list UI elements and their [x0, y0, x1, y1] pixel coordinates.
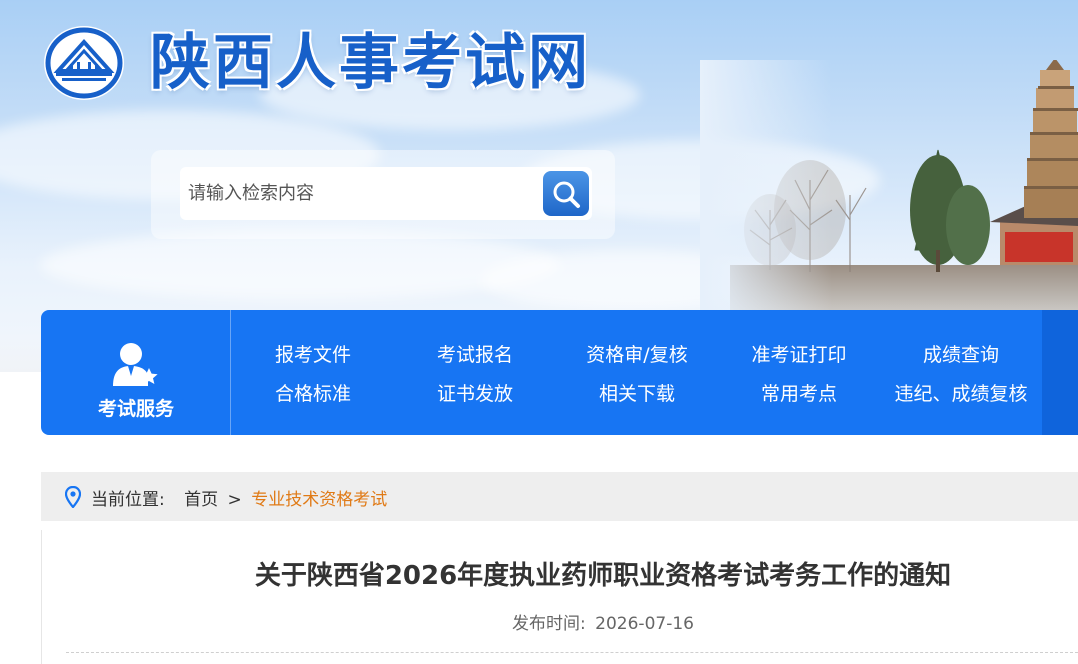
nav-link-qualification-review[interactable]: 资格审/复核 — [557, 340, 717, 367]
publish-date: 2026-07-16 — [595, 614, 694, 634]
main-nav: 考试服务 报考文件 考试报名 资格审/复核 准考证打印 成绩查询 合格标准 证书… — [41, 310, 1078, 435]
publish-label: 发布时间: — [512, 614, 586, 634]
breadcrumb-prefix: 当前位置: — [91, 490, 165, 510]
nav-link-admission-ticket-print[interactable]: 准考证打印 — [719, 340, 879, 367]
user-star-icon — [113, 343, 158, 386]
search-input[interactable] — [180, 167, 592, 220]
breadcrumb: 当前位置: 首页 > 专业技术资格考试 — [41, 472, 1078, 521]
nav-right-strip — [1042, 310, 1078, 435]
nav-link-exam-registration[interactable]: 考试报名 — [395, 340, 555, 367]
breadcrumb-home-link[interactable]: 首页 — [184, 490, 218, 510]
nav-link-pass-standard[interactable]: 合格标准 — [233, 379, 393, 406]
nav-link-score-query[interactable]: 成绩查询 — [881, 340, 1041, 367]
article-title: 关于陕西省2026年度执业药师职业资格考试考务工作的通知 — [254, 561, 952, 591]
search-button[interactable] — [543, 171, 589, 216]
pagoda-scenery-image — [700, 60, 1078, 310]
exam-service-block[interactable]: 考试服务 — [41, 310, 231, 435]
nav-link-violation-score-review[interactable]: 违纪、成绩复核 — [881, 379, 1041, 406]
breadcrumb-text: 当前位置: 首页 > 专业技术资格考试 — [91, 485, 387, 510]
article-container — [41, 530, 1078, 664]
location-pin-icon — [65, 486, 81, 508]
publish-info: 发布时间: 2026-07-16 — [0, 609, 1078, 634]
breadcrumb-current-link[interactable]: 专业技术资格考试 — [251, 490, 387, 510]
breadcrumb-separator: > — [227, 490, 242, 510]
nav-link-exam-documents[interactable]: 报考文件 — [233, 340, 393, 367]
search-icon — [553, 181, 580, 208]
nav-link-certificate-issuance[interactable]: 证书发放 — [395, 379, 555, 406]
nav-link-related-downloads[interactable]: 相关下载 — [557, 379, 717, 406]
site-title[interactable]: 陕西人事考试网 — [150, 24, 591, 102]
article-divider — [66, 652, 1078, 653]
nav-link-common-exam-sites[interactable]: 常用考点 — [719, 379, 879, 406]
exam-service-label: 考试服务 — [97, 398, 174, 420]
site-logo-icon[interactable] — [42, 24, 126, 102]
